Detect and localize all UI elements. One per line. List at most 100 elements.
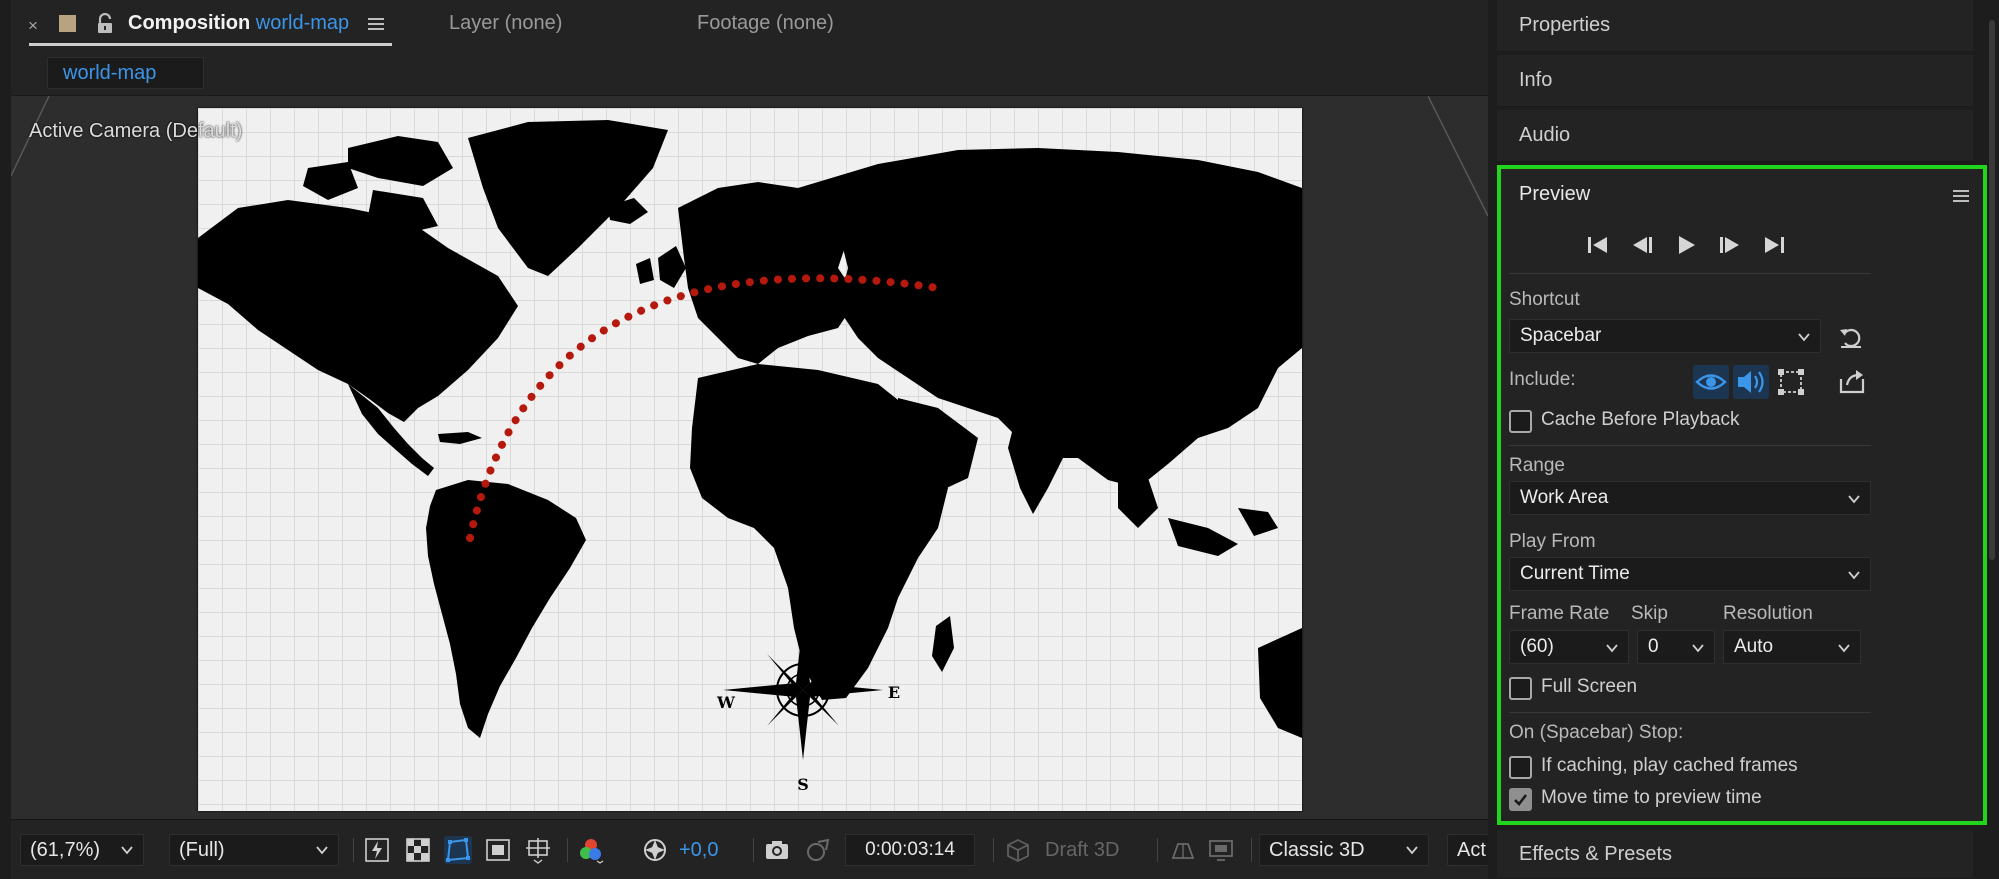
composition-tab-bar: × Composition world-map Layer (none) Foo…: [11, 0, 1488, 52]
play-from-select[interactable]: Current Time: [1509, 557, 1871, 591]
include-overlays-icon[interactable]: [1773, 365, 1809, 399]
toolbar-divider: [753, 838, 754, 862]
active-tab-indicator: [29, 43, 392, 46]
reset-shortcut-icon[interactable]: [1837, 323, 1865, 351]
next-frame-icon[interactable]: [1717, 234, 1743, 256]
play-icon[interactable]: [1673, 234, 1699, 256]
fast-previews-icon[interactable]: [363, 836, 391, 864]
camera-guide-line: [11, 96, 50, 177]
draft-3d-label: Draft 3D: [1045, 839, 1120, 861]
extended-viewer-icon[interactable]: [1207, 836, 1235, 864]
panel-menu-icon[interactable]: [1952, 189, 1970, 203]
current-time-display[interactable]: 0:00:03:14: [845, 834, 975, 866]
preview-resolution-value: Auto: [1734, 636, 1774, 657]
full-screen-label: Full Screen: [1541, 676, 1638, 697]
cache-before-playback-label: Cache Before Playback: [1541, 409, 1740, 430]
section-divider: [1509, 273, 1871, 274]
toolbar-divider: [567, 838, 568, 862]
compass-south-label: S: [797, 775, 809, 794]
renderer-select[interactable]: Classic 3D: [1259, 834, 1429, 866]
exposure-value[interactable]: +0,0: [679, 839, 718, 862]
info-panel[interactable]: Info: [1497, 55, 1973, 107]
mask-path-visibility-icon[interactable]: [444, 836, 472, 864]
close-tab-icon[interactable]: ×: [28, 16, 38, 36]
skip-label: Skip: [1631, 603, 1668, 624]
tab-layer[interactable]: Layer (none): [449, 12, 562, 35]
panel-menu-icon[interactable]: [367, 16, 385, 32]
chevron-down-icon: [121, 846, 133, 855]
tab-composition[interactable]: Composition world-map: [128, 12, 349, 35]
checkmark-icon: [1514, 794, 1528, 806]
last-frame-icon[interactable]: [1761, 234, 1787, 256]
composition-panel: × Composition world-map Layer (none) Foo…: [11, 0, 1488, 879]
composition-viewer[interactable]: Active Camera (Default) N S E W: [11, 96, 1488, 819]
shortcut-label: Shortcut: [1509, 289, 1580, 310]
magnification-select[interactable]: (61,7%): [20, 834, 144, 866]
cache-before-playback-checkbox[interactable]: [1509, 410, 1532, 433]
3d-ground-plane-icon[interactable]: [1169, 836, 1197, 864]
chevron-down-icon: [1798, 333, 1810, 342]
if-caching-label: If caching, play cached frames: [1541, 755, 1798, 776]
label-color-chip[interactable]: [59, 15, 76, 32]
skip-select[interactable]: 0: [1637, 630, 1715, 664]
preview-resolution-select[interactable]: Auto: [1723, 630, 1861, 664]
chevron-down-icon: [1406, 846, 1418, 855]
chevron-down-icon: [1606, 644, 1618, 653]
shortcut-select[interactable]: Spacebar: [1509, 319, 1821, 353]
range-select[interactable]: Work Area: [1509, 481, 1871, 515]
range-label: Range: [1509, 455, 1565, 476]
composition-breadcrumb-bar: world-map: [11, 52, 1488, 96]
range-value: Work Area: [1520, 487, 1609, 508]
channels-icon[interactable]: [577, 836, 605, 864]
transparency-grid-icon[interactable]: [404, 836, 432, 864]
compass-north-label: N: [796, 593, 811, 612]
3d-view-select[interactable]: Act: [1447, 834, 1488, 866]
viewer-toolbar: (61,7%) (Full) +0,0 0:00:03:14 Draft 3D …: [11, 819, 1488, 879]
frame-rate-value: (60): [1520, 636, 1554, 657]
if-caching-checkbox[interactable]: [1509, 756, 1532, 779]
frame-rate-select[interactable]: (60): [1509, 630, 1629, 664]
audio-panel[interactable]: Audio: [1497, 110, 1973, 162]
snapshot-camera-icon[interactable]: [763, 836, 791, 864]
chevron-down-icon: [316, 846, 328, 855]
chevron-down-icon: [1838, 644, 1850, 653]
effects-presets-panel[interactable]: Effects & Presets: [1497, 830, 1973, 879]
grid-guides-icon[interactable]: [524, 836, 552, 864]
include-audio-speaker-icon[interactable]: [1733, 365, 1769, 399]
full-screen-checkbox[interactable]: [1509, 677, 1532, 700]
resolution-select[interactable]: (Full): [169, 834, 339, 866]
world-map-image: N S E W: [198, 120, 1302, 794]
preview-panel-title: Preview: [1519, 183, 1591, 205]
camera-guide-line: [1428, 96, 1488, 217]
section-divider: [1509, 712, 1871, 713]
renderer-value: Classic 3D: [1269, 839, 1365, 861]
resolution-label: Resolution: [1723, 603, 1813, 624]
section-divider: [1509, 445, 1871, 446]
panel-scrollbar-thumb[interactable]: [1989, 20, 1995, 560]
include-video-eye-icon[interactable]: [1693, 365, 1729, 399]
after-effects-window: × Composition world-map Layer (none) Foo…: [0, 0, 1999, 879]
resolution-value: (Full): [179, 839, 225, 861]
region-of-interest-icon[interactable]: [484, 836, 512, 864]
toolbar-divider: [993, 838, 994, 862]
skip-value: 0: [1648, 636, 1659, 657]
info-panel-title: Info: [1519, 69, 1553, 91]
play-from-value: Current Time: [1520, 563, 1630, 584]
draft-3d-icon[interactable]: [1004, 836, 1032, 864]
export-preview-icon[interactable]: [1837, 367, 1867, 397]
previous-frame-icon[interactable]: [1629, 234, 1655, 256]
composition-breadcrumb[interactable]: world-map: [47, 57, 204, 89]
reset-exposure-icon[interactable]: [641, 836, 669, 864]
first-frame-icon[interactable]: [1585, 234, 1611, 256]
chevron-down-icon: [1692, 644, 1704, 653]
compass-west-label: W: [716, 693, 736, 712]
shortcut-value: Spacebar: [1520, 325, 1602, 346]
properties-panel[interactable]: Properties: [1497, 0, 1973, 52]
lock-icon[interactable]: [95, 13, 115, 35]
move-time-checkbox[interactable]: [1509, 788, 1532, 811]
toolbar-divider: [1251, 838, 1252, 862]
tab-footage[interactable]: Footage (none): [697, 12, 834, 35]
composition-frame[interactable]: N S E W: [198, 108, 1302, 811]
compass-east-label: E: [888, 683, 900, 702]
show-snapshot-icon[interactable]: [804, 836, 832, 864]
